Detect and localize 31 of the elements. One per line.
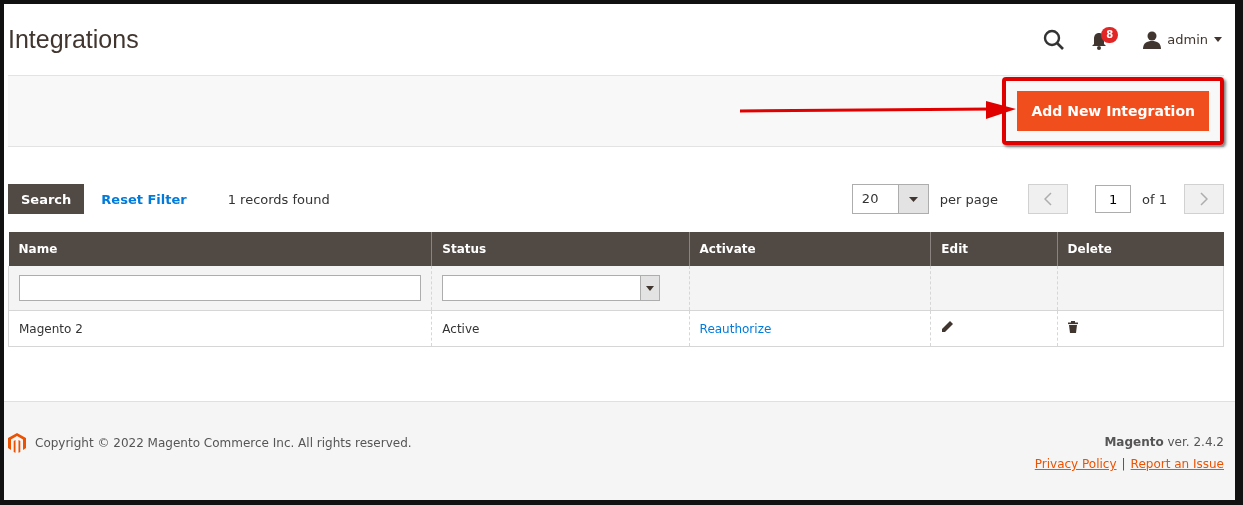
caret-icon[interactable] bbox=[646, 285, 655, 291]
page-input[interactable]: 1 bbox=[1095, 185, 1132, 213]
column-header[interactable]: Name bbox=[8, 232, 432, 266]
pencil-icon[interactable] bbox=[941, 321, 954, 333]
page-title: Integrations bbox=[8, 25, 139, 54]
table-cell: Active bbox=[442, 321, 480, 336]
user-icon bbox=[1143, 30, 1162, 49]
reauthorize-link[interactable]: Reauthorize bbox=[699, 321, 772, 336]
copyright-text: Copyright © 2022 Magento Commerce Inc. All rights reserved. bbox=[35, 436, 412, 450]
page-total: of 1 bbox=[1142, 191, 1167, 207]
caret-icon[interactable] bbox=[1214, 37, 1222, 42]
trash-icon[interactable] bbox=[1067, 321, 1078, 333]
user-menu[interactable]: admin bbox=[1167, 32, 1208, 47]
caret-icon[interactable] bbox=[908, 196, 918, 202]
magento-logo-icon bbox=[8, 433, 26, 453]
reset-filter-link[interactable]: Reset Filter bbox=[101, 191, 187, 207]
column-header[interactable]: Delete bbox=[1057, 232, 1224, 266]
link-separator: | bbox=[1121, 457, 1126, 471]
per-page-label: per page bbox=[939, 191, 999, 207]
search-icon[interactable] bbox=[1043, 28, 1066, 51]
version-text: Magento ver. 2.4.2 bbox=[1104, 435, 1224, 449]
name-filter-field[interactable] bbox=[19, 275, 422, 301]
column-header[interactable]: Status bbox=[431, 232, 690, 266]
records-count: 1 records found bbox=[227, 191, 330, 207]
per-page-select[interactable]: 20 bbox=[851, 184, 929, 214]
column-header[interactable]: Activate bbox=[689, 232, 931, 266]
notification-count: 8 bbox=[1101, 26, 1119, 43]
column-header[interactable]: Edit bbox=[930, 232, 1058, 266]
add-integration-button[interactable]: Add New Integration bbox=[1017, 91, 1209, 131]
search-button[interactable]: Search bbox=[8, 184, 85, 214]
table-cell: Magento 2 bbox=[19, 321, 83, 336]
